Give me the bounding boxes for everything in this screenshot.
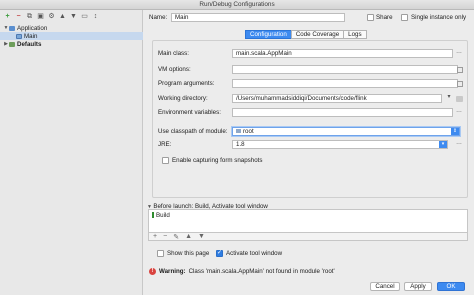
folder-icon[interactable]: ▭: [81, 13, 88, 20]
before-launch-toolbar: + − ✎ ▲ ▼: [148, 232, 468, 241]
vm-options-label: VM options:: [158, 66, 191, 73]
tab-configuration[interactable]: Configuration: [245, 30, 292, 39]
config-tree: ▼ Application Main ▶ Defaults: [0, 24, 143, 48]
program-arguments-field[interactable]: [232, 79, 458, 88]
show-page-checkbox[interactable]: [157, 250, 164, 257]
sidebar-toolbar: + − ⧉ ▣ ⚙ ▲ ▼ ▭ ↕: [4, 12, 99, 21]
browse-icon[interactable]: …: [455, 49, 463, 58]
tree-item-application[interactable]: ▼ Application: [0, 24, 143, 32]
down-icon[interactable]: ▼: [70, 13, 77, 20]
list-item[interactable]: Build: [152, 212, 170, 219]
program-arguments-label: Program arguments:: [158, 80, 215, 87]
build-icon: [152, 212, 154, 219]
working-directory-field[interactable]: /Users/muhammadsiddiqi/Documents/code/fl…: [232, 94, 442, 103]
environment-variables-label: Environment variables:: [158, 109, 221, 116]
chevron-down-icon[interactable]: ▾: [439, 141, 447, 148]
expand-icon[interactable]: [457, 67, 463, 73]
remove-icon[interactable]: −: [15, 13, 22, 20]
up-icon[interactable]: ▲: [59, 13, 66, 20]
tree-item-main[interactable]: Main: [0, 32, 143, 40]
configuration-panel: Main class: main.scala.AppMain … VM opti…: [152, 40, 468, 198]
dropdown-icon[interactable]: ▾: [445, 94, 453, 103]
defaults-icon: [9, 41, 15, 47]
tab-logs[interactable]: Logs: [343, 30, 367, 39]
remove-icon[interactable]: −: [163, 233, 167, 240]
name-label: Name:: [149, 14, 168, 21]
tree-item-label: Main: [24, 32, 38, 40]
add-icon[interactable]: +: [4, 13, 11, 20]
browse-icon[interactable]: …: [455, 108, 463, 117]
cancel-button[interactable]: Cancel: [370, 282, 400, 291]
apply-button[interactable]: Apply: [404, 282, 432, 291]
share-checkbox[interactable]: [367, 14, 374, 21]
share-label: Share: [376, 14, 393, 21]
single-instance-checkbox[interactable]: [401, 14, 408, 21]
ok-button[interactable]: OK: [437, 282, 465, 291]
activate-tool-window-label: Activate tool window: [226, 250, 283, 257]
environment-variables-field[interactable]: [232, 108, 453, 117]
edit-icon[interactable]: ✎: [173, 233, 179, 241]
single-instance-label: Single instance only: [411, 14, 467, 21]
config-tabs: Configuration Code Coverage Logs: [245, 30, 367, 39]
jre-label: JRE:: [158, 141, 172, 148]
show-page-label: Show this page: [167, 250, 210, 257]
main-class-field[interactable]: main.scala.AppMain: [232, 49, 453, 58]
copy-icon[interactable]: ⧉: [26, 13, 33, 20]
working-directory-label: Working directory:: [158, 95, 208, 102]
class-icon: [16, 33, 22, 39]
module-icon: [236, 129, 241, 134]
jre-value: 1.8: [236, 141, 245, 148]
capture-snapshots-label: Enable capturing form snapshots: [172, 157, 263, 164]
main-class-label: Main class:: [158, 50, 189, 57]
add-icon[interactable]: +: [153, 233, 157, 240]
tree-item-label: Defaults: [17, 40, 42, 48]
tree-item-label: Application: [17, 24, 48, 32]
up-icon[interactable]: ▲: [185, 233, 192, 240]
configurations-sidebar: + − ⧉ ▣ ⚙ ▲ ▼ ▭ ↕ ▼ Application Main ▶ D…: [0, 10, 143, 295]
classpath-module-value: root: [243, 128, 254, 135]
browse-icon[interactable]: …: [455, 140, 463, 149]
down-icon[interactable]: ▼: [198, 233, 205, 240]
window-title: Run/Debug Configurations: [0, 0, 474, 10]
warning-text: Class 'main.scala.AppMain' not found in …: [188, 268, 335, 275]
tree-item-defaults[interactable]: ▶ Defaults: [0, 40, 143, 48]
expand-icon[interactable]: [457, 81, 463, 87]
folder-icon[interactable]: [456, 96, 463, 102]
capture-snapshots-checkbox[interactable]: [162, 157, 169, 164]
vm-options-field[interactable]: [232, 65, 458, 74]
task-label: Build: [156, 212, 170, 219]
classpath-module-label: Use classpath of module:: [158, 128, 228, 135]
chevron-updown-icon[interactable]: ⇕: [451, 128, 459, 135]
error-icon: !: [149, 268, 156, 275]
classpath-module-select[interactable]: root ⇕: [232, 127, 460, 136]
warning-message: ! Warning: Class 'main.scala.AppMain' no…: [149, 268, 335, 275]
name-field[interactable]: Main: [171, 13, 345, 22]
wrench-icon[interactable]: ⚙: [48, 13, 55, 20]
save-icon[interactable]: ▣: [37, 13, 44, 20]
activate-tool-window-checkbox[interactable]: ✓: [216, 250, 223, 257]
tab-code-coverage[interactable]: Code Coverage: [290, 30, 345, 39]
sort-icon[interactable]: ↕: [92, 13, 99, 20]
application-icon: [9, 25, 15, 31]
warning-label: Warning:: [159, 268, 186, 275]
jre-select[interactable]: 1.8 ▾: [232, 140, 448, 149]
